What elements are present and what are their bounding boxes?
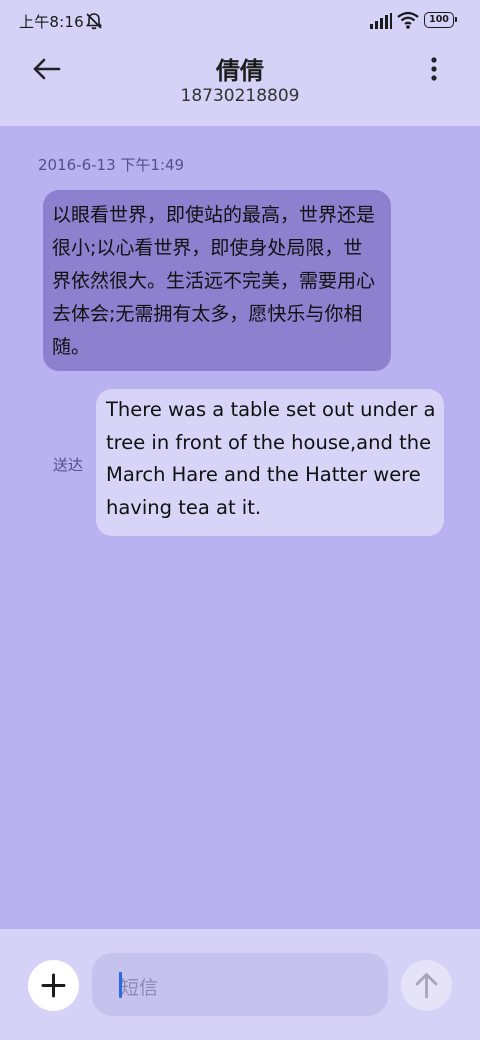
plus-icon (41, 973, 66, 998)
status-time: 上午8:16 (19, 13, 84, 31)
more-options-button[interactable] (418, 52, 450, 88)
sent-status-label: 送达 (53, 456, 84, 474)
text-cursor (119, 972, 122, 998)
sent-message-bubble[interactable]: There was a table set out under a tree i… (96, 389, 444, 536)
more-vertical-icon (431, 57, 437, 81)
received-message-bubble[interactable]: 以眼看世界，即使站的最高，世界还是很小;以心看世界，即使身处局限，世界依然很大。… (43, 190, 391, 371)
status-bar: 上午8:16 100 (0, 0, 480, 42)
battery-icon: 100 (424, 12, 457, 28)
wifi-icon (397, 11, 419, 29)
add-attachment-button[interactable] (28, 960, 79, 1011)
contact-number: 18730218809 (180, 86, 300, 106)
message-timestamp: 2016-6-13 下午1:49 (38, 156, 185, 174)
send-button[interactable] (401, 960, 452, 1011)
contact-name: 倩倩 (216, 57, 264, 85)
signal-icon (370, 13, 392, 29)
mute-bell-icon (84, 11, 104, 31)
arrow-up-icon (415, 973, 438, 999)
message-input-placeholder: 短信 (120, 977, 159, 999)
